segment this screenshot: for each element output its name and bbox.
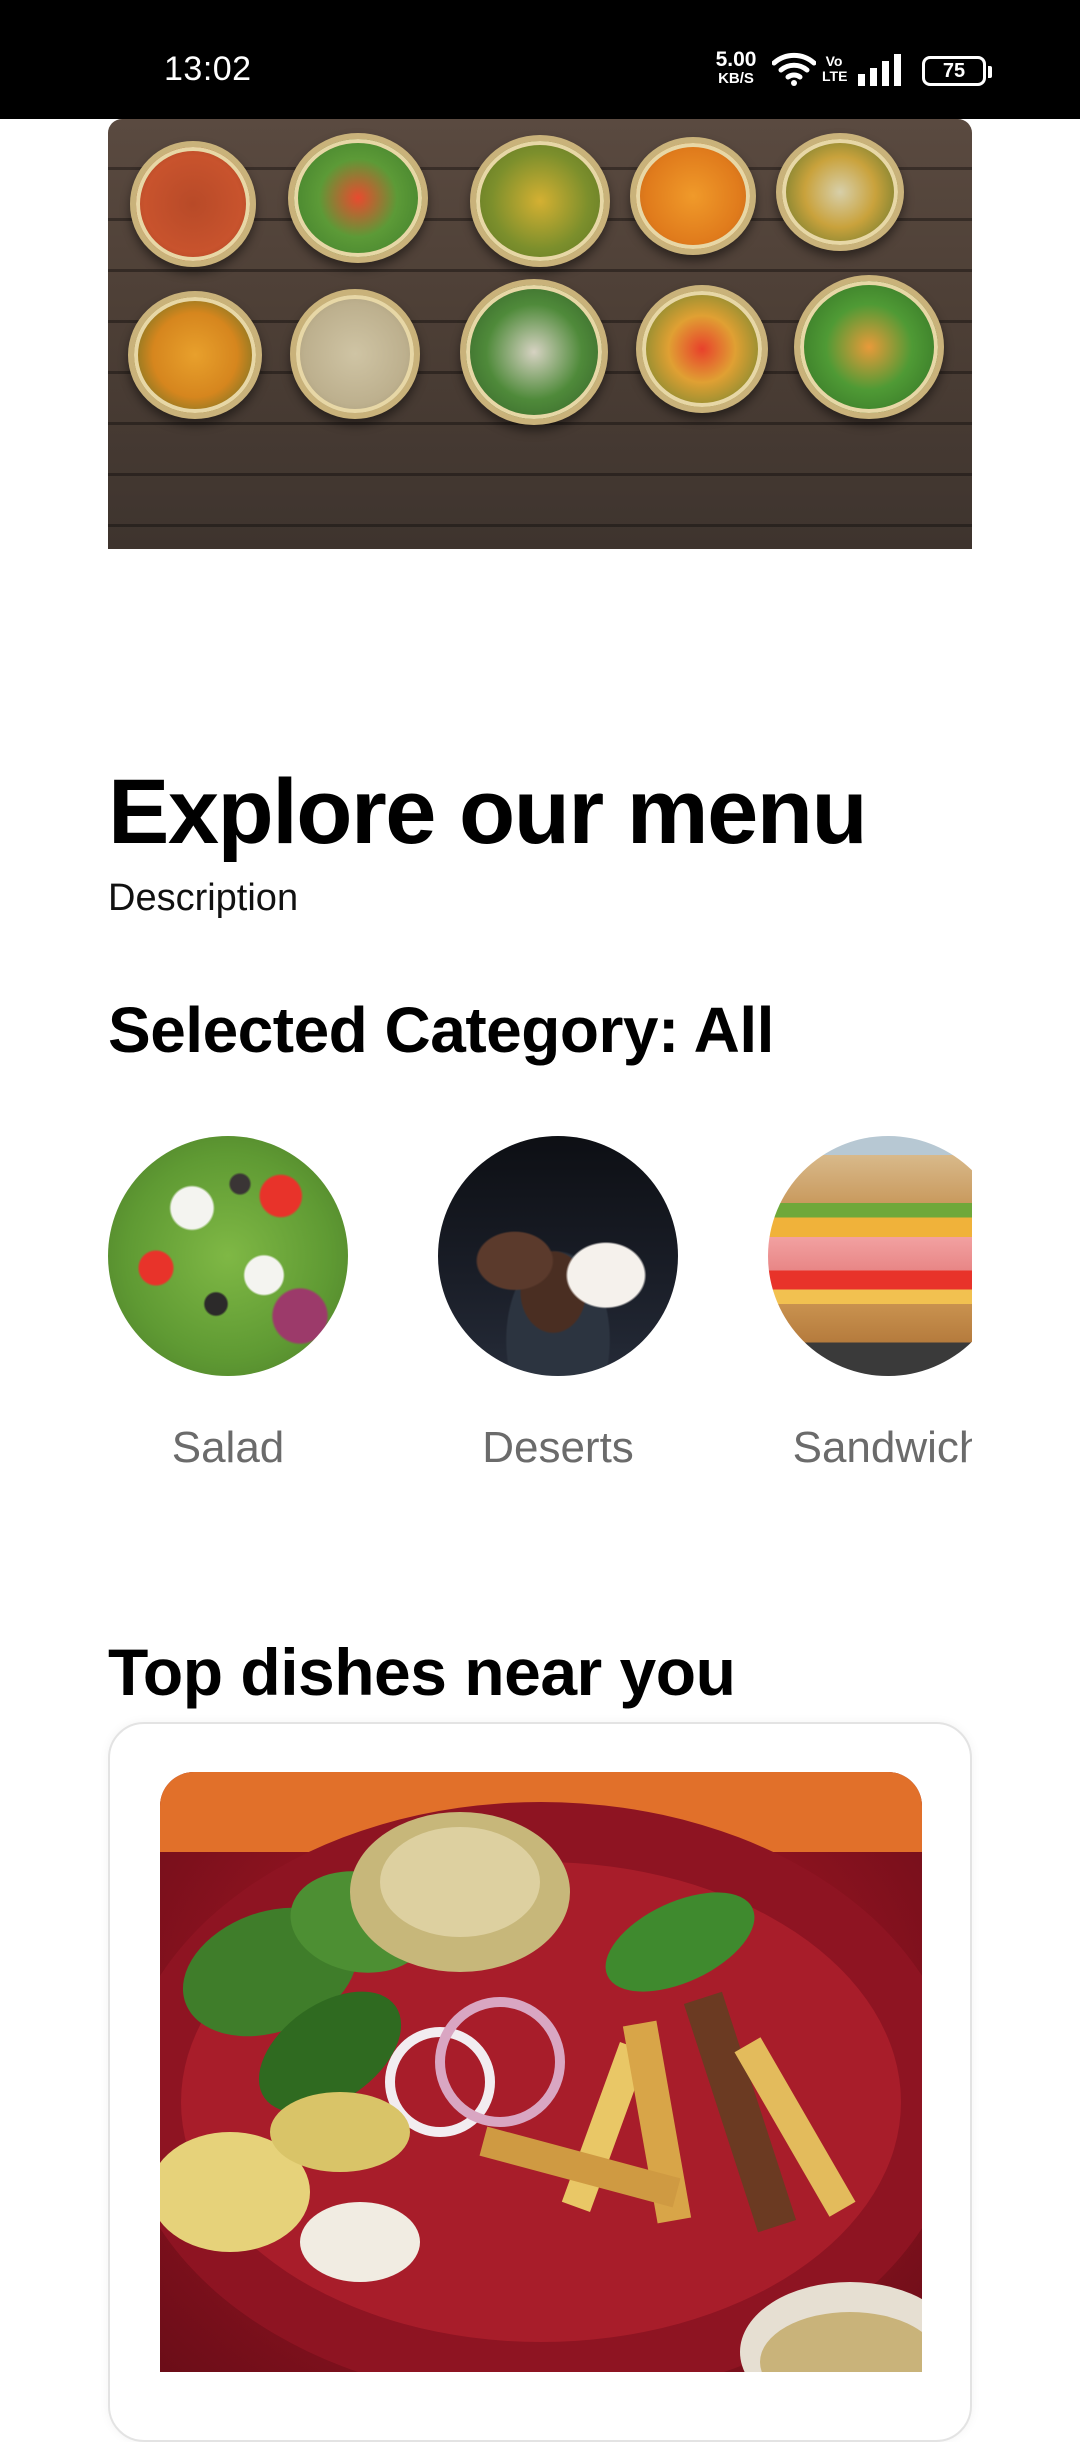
bowl-image: [794, 275, 944, 419]
dish-image[interactable]: [160, 1772, 922, 2372]
category-item-deserts[interactable]: Deserts: [438, 1130, 678, 1500]
category-image-salad[interactable]: [108, 1136, 348, 1376]
bowl-image: [470, 135, 610, 267]
bowl-image: [630, 137, 756, 255]
wifi-icon: [772, 52, 816, 86]
status-time: 13:02: [164, 50, 252, 88]
category-image-sandwich[interactable]: [768, 1136, 972, 1376]
bowl-image: [128, 291, 262, 419]
network-speed-value: 5.00: [715, 48, 757, 71]
category-carousel[interactable]: Salad Deserts Sandwich: [108, 1130, 972, 1500]
bowl-image: [288, 133, 428, 263]
selected-category-heading: Selected Category: All: [108, 994, 774, 1066]
bowl-image: [636, 285, 768, 413]
category-label-sandwich[interactable]: Sandwich: [748, 1422, 972, 1474]
category-label-deserts[interactable]: Deserts: [418, 1422, 698, 1474]
bowl-image: [130, 141, 256, 267]
dish-card[interactable]: [108, 1722, 972, 2442]
bowl-image: [290, 289, 420, 419]
page-title: Explore our menu: [108, 761, 868, 863]
volte-icon: Vo LTE: [822, 53, 848, 84]
category-label-salad[interactable]: Salad: [108, 1422, 368, 1474]
category-item-sandwich[interactable]: Sandwich: [768, 1130, 972, 1500]
category-item-salad[interactable]: Salad: [108, 1130, 348, 1500]
signal-icon: [858, 54, 901, 86]
page-description: Description: [108, 877, 299, 919]
network-speed-unit: KB/S: [718, 70, 754, 87]
network-speed: 5.00 KB/S: [708, 48, 764, 88]
volte-top: Vo: [825, 53, 843, 69]
bowl-image: [776, 133, 904, 251]
status-bar: 13:02 5.00 KB/S Vo LTE 75: [0, 0, 1080, 119]
dish-photo-illustration: [160, 1772, 922, 2372]
battery-icon: 75: [922, 56, 992, 86]
hero-image: [108, 119, 972, 549]
bowl-image: [460, 279, 608, 425]
top-dishes-heading: Top dishes near you: [108, 1635, 736, 1709]
category-image-deserts[interactable]: [438, 1136, 678, 1376]
volte-bottom: LTE: [822, 68, 848, 84]
